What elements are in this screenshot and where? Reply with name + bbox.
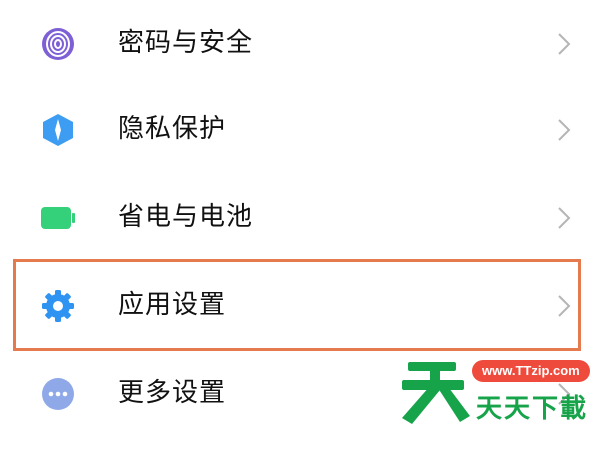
more-dots-icon (40, 376, 76, 412)
chevron-right-icon (556, 294, 572, 318)
gear-icon (40, 288, 76, 324)
settings-item-label: 更多设置 (118, 378, 227, 408)
watermark-logo-icon (402, 362, 470, 424)
watermark: www.TTzip.com 天天下載 (400, 356, 596, 428)
watermark-url: www.TTzip.com (472, 360, 590, 382)
chevron-right-icon (556, 32, 572, 56)
fingerprint-icon (40, 26, 76, 62)
settings-item-label: 省电与电池 (118, 202, 254, 232)
settings-item-app-settings[interactable]: 应用设置 (0, 262, 600, 350)
settings-item-label: 应用设置 (118, 290, 227, 320)
settings-item-password-security[interactable]: 密码与安全 (0, 0, 600, 88)
watermark-name: 天天下載 (476, 394, 589, 424)
settings-item-label: 密码与安全 (118, 28, 254, 58)
settings-item-privacy[interactable]: 隐私保护 (0, 86, 600, 174)
chevron-right-icon (556, 118, 572, 142)
settings-item-label: 隐私保护 (118, 114, 227, 144)
battery-icon (40, 200, 76, 236)
shield-icon (40, 112, 76, 148)
chevron-right-icon (556, 206, 572, 230)
settings-item-battery[interactable]: 省电与电池 (0, 174, 600, 262)
